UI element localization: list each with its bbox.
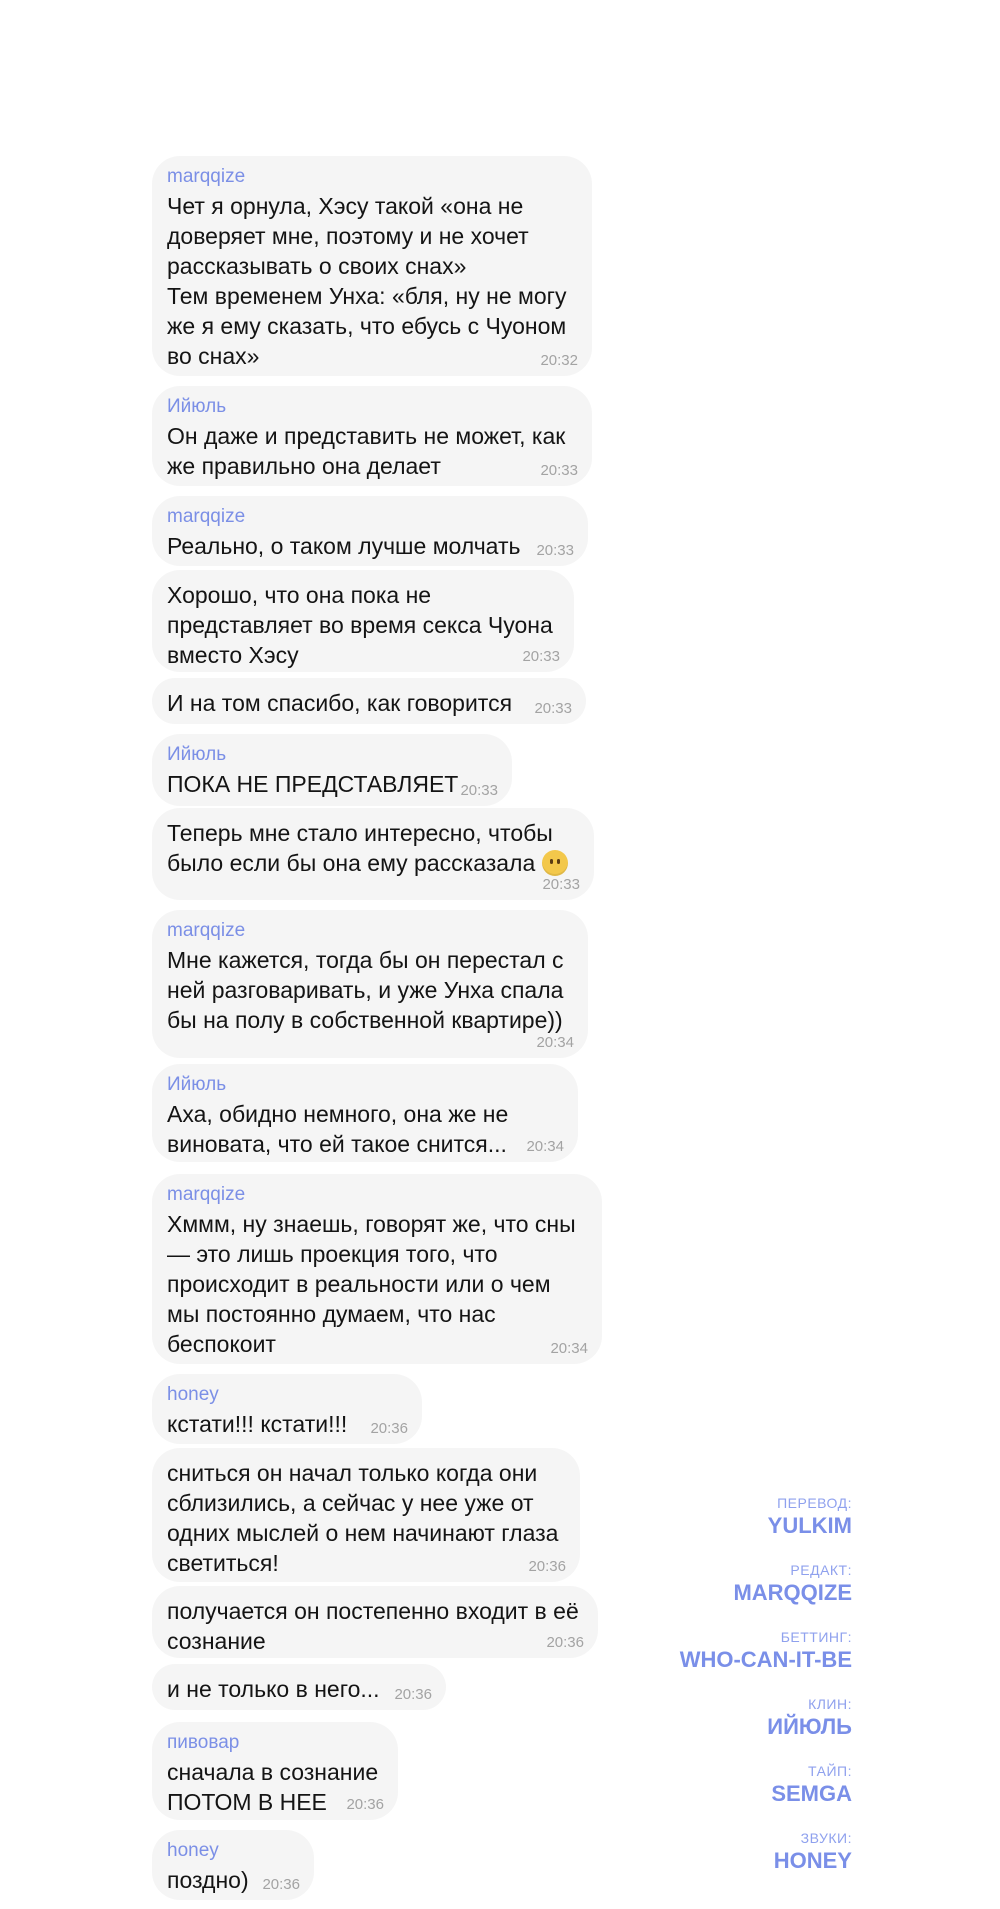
message-text: и не только в него...	[167, 1676, 380, 1702]
credit-role: ЗВУКИ:	[800, 1830, 852, 1846]
message-time: 20:33	[540, 462, 578, 479]
message-text: Чет я орнула, Хэсу такой «она не доверяе…	[167, 193, 567, 369]
message-text: сниться он начал только когда они сблизи…	[167, 1460, 559, 1576]
message-sender[interactable]: honey	[167, 1384, 408, 1406]
message-text: Хорошо, что она пока не представляет во …	[167, 582, 553, 668]
credit-role: РЕДАКТ:	[790, 1562, 852, 1578]
message-text: Аха, обидно немного, она же не виновата,…	[167, 1101, 509, 1157]
credit-name: ИЙЮЛЬ	[767, 1714, 852, 1739]
credit-role: ПЕРЕВОД:	[777, 1495, 852, 1511]
message-sender[interactable]: Ийюль	[167, 744, 498, 766]
message-text: Реально, о таком лучше молчать	[167, 533, 521, 559]
message-sender[interactable]: marqqize	[167, 506, 574, 528]
message-bubble: marqqize Чет я орнула, Хэсу такой «она н…	[152, 156, 592, 376]
credit-sounds: ЗВУКИ: HONEY	[680, 1830, 852, 1875]
credit-name: MARQQIZE	[733, 1580, 852, 1605]
credit-role: КЛИН:	[808, 1696, 852, 1712]
message-sender[interactable]: Ийюль	[167, 1074, 564, 1096]
message-time: 20:36	[546, 1634, 584, 1651]
message-text: Он даже и представить не может, как же п…	[167, 423, 566, 479]
message-bubble: И на том спасибо, как говорится 20:33	[152, 678, 586, 724]
message-text: И на том спасибо, как говорится	[167, 690, 513, 716]
message-bubble: Теперь мне стало интересно, чтобы было е…	[152, 808, 594, 900]
message-bubble: marqqize Реально, о таком лучше молчать …	[152, 496, 588, 566]
credit-name: WHO-CAN-IT-BE	[679, 1647, 852, 1672]
face-without-mouth-icon	[541, 850, 568, 876]
message-time: 20:34	[550, 1340, 588, 1357]
message-time: 20:36	[394, 1686, 432, 1703]
message-time: 20:33	[522, 648, 560, 665]
message-time: 20:33	[460, 782, 498, 799]
message-text: ПОКА НЕ ПРЕДСТАВЛЯЕТ	[167, 771, 459, 797]
credit-name: SEMGA	[771, 1781, 852, 1806]
credit-role: ТАЙП:	[808, 1763, 852, 1779]
message-bubble: Хорошо, что она пока не представляет во …	[152, 570, 574, 672]
message-time: 20:36	[262, 1876, 300, 1893]
message-time: 20:36	[370, 1420, 408, 1437]
message-time: 20:33	[542, 876, 580, 893]
message-time: 20:32	[540, 352, 578, 369]
message-time: 20:36	[346, 1796, 384, 1813]
message-sender[interactable]: marqqize	[167, 920, 574, 942]
message-bubble: honey кстати!!! кстати!!! 20:36	[152, 1374, 422, 1444]
message-bubble: и не только в него... 20:36	[152, 1664, 446, 1710]
message-text: Теперь мне стало интересно, чтобы было е…	[167, 818, 580, 878]
message-time: 20:36	[528, 1558, 566, 1575]
message-text: Мне кажется, тогда бы он перестал с ней …	[167, 947, 564, 1033]
credit-name: HONEY	[773, 1848, 852, 1873]
message-bubble: сниться он начал только когда они сблизи…	[152, 1448, 580, 1582]
message-sender[interactable]: marqqize	[167, 1184, 588, 1206]
message-bubble: получается он постепенно входит в её соз…	[152, 1586, 598, 1658]
message-time: 20:33	[536, 542, 574, 559]
message-sender[interactable]: honey	[167, 1840, 300, 1862]
message-bubble: пивовар сначала в сознание ПОТОМ В НЕЕ 2…	[152, 1722, 398, 1820]
credit-translation: ПЕРЕВОД: YULKIM	[680, 1495, 852, 1540]
message-sender[interactable]: пивовар	[167, 1732, 384, 1754]
message-text: получается он постепенно входит в её соз…	[167, 1598, 579, 1654]
credit-name: YULKIM	[767, 1513, 852, 1538]
message-bubble: marqqize Мне кажется, тогда бы он перест…	[152, 910, 588, 1058]
credit-role: БЕТТИНГ:	[780, 1629, 852, 1645]
credits-panel: ПЕРЕВОД: YULKIM РЕДАКТ: MARQQIZE БЕТТИНГ…	[680, 1495, 852, 1897]
message-time: 20:33	[534, 700, 572, 717]
message-text-content: Теперь мне стало интересно, чтобы было е…	[167, 820, 553, 876]
credit-betting: БЕТТИНГ: WHO-CAN-IT-BE	[680, 1629, 852, 1674]
message-sender[interactable]: Ийюль	[167, 396, 578, 418]
message-bubble: marqqize Хммм, ну знаешь, говорят же, чт…	[152, 1174, 602, 1364]
message-time: 20:34	[526, 1138, 564, 1155]
message-bubble: Ийюль ПОКА НЕ ПРЕДСТАВЛЯЕТ 20:33	[152, 734, 512, 806]
message-bubble: Ийюль Аха, обидно немного, она же не вин…	[152, 1064, 578, 1162]
message-time: 20:34	[536, 1034, 574, 1051]
credit-clean: КЛИН: ИЙЮЛЬ	[680, 1696, 852, 1741]
message-bubble: honey поздно) 20:36	[152, 1830, 314, 1900]
credit-editing: РЕДАКТ: MARQQIZE	[680, 1562, 852, 1607]
message-bubble: Ийюль Он даже и представить не может, ка…	[152, 386, 592, 486]
message-sender[interactable]: marqqize	[167, 166, 578, 188]
credit-type: ТАЙП: SEMGA	[680, 1763, 852, 1808]
message-text: Хммм, ну знаешь, говорят же, что сны — э…	[167, 1211, 576, 1357]
